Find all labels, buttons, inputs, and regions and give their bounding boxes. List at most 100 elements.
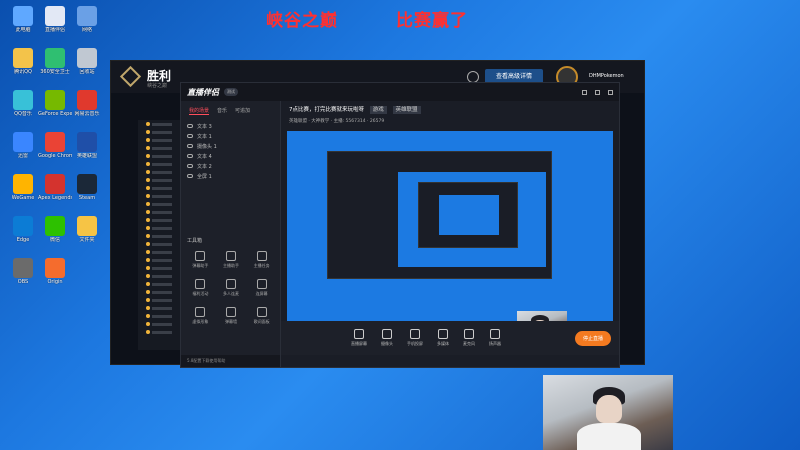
desktop-icon[interactable]: 360安全卫士: [38, 48, 72, 75]
desktop-icon-label: Google Chrome: [38, 153, 72, 159]
desktop-icon-label: 网易云音乐: [74, 111, 100, 117]
desktop-icon[interactable]: Origin: [38, 258, 72, 285]
desktop-icon[interactable]: 英雄联盟: [70, 132, 104, 159]
eye-icon[interactable]: [187, 124, 193, 128]
tab-music[interactable]: 音乐: [217, 107, 227, 115]
tab-scenes[interactable]: 我的场景: [189, 107, 210, 115]
desktop-icon[interactable]: 网络: [70, 6, 104, 33]
friend-row[interactable]: [138, 216, 186, 224]
friend-row[interactable]: [138, 248, 186, 256]
minimize-icon[interactable]: [582, 89, 587, 95]
control-button[interactable]: 直播屏幕: [351, 329, 367, 347]
friend-row[interactable]: [138, 272, 186, 280]
stream-title[interactable]: 7点比赛，打完比赛就来玩啦呀: [289, 107, 364, 113]
source-item[interactable]: 文本 3: [181, 121, 280, 131]
friend-row[interactable]: [138, 296, 186, 304]
desktop-icon[interactable]: 微信: [38, 216, 72, 243]
tool-button[interactable]: 弹幕墙: [216, 307, 247, 325]
desktop-icon[interactable]: Google Chrome: [38, 132, 72, 159]
desktop-icon-label: 微信: [49, 237, 60, 243]
desktop-icon-label: 回收站: [79, 69, 95, 75]
friend-row[interactable]: [138, 264, 186, 272]
tool-button[interactable]: 连屏幕: [246, 279, 277, 297]
friend-row[interactable]: [138, 224, 186, 232]
friend-row[interactable]: [138, 280, 186, 288]
desktop-icon[interactable]: QQ音乐: [6, 90, 40, 117]
tab-add[interactable]: 可追加: [235, 107, 250, 115]
eye-icon[interactable]: [187, 144, 193, 148]
friend-row[interactable]: [138, 200, 186, 208]
desktop-icon[interactable]: 此电脑: [6, 6, 40, 33]
close-icon[interactable]: [608, 89, 613, 95]
desktop-icon[interactable]: 文件夹: [70, 216, 104, 243]
friend-row[interactable]: [138, 320, 186, 328]
friend-row[interactable]: [138, 208, 186, 216]
friend-row[interactable]: [138, 240, 186, 248]
control-button[interactable]: 手机投屏: [407, 329, 423, 347]
friend-row[interactable]: [138, 160, 186, 168]
tool-button[interactable]: 歌词面板: [246, 307, 277, 325]
control-button[interactable]: 麦克风: [463, 329, 475, 347]
source-item[interactable]: 文本 2: [181, 161, 280, 171]
control-icon: [438, 329, 448, 339]
desktop-icon-label: WeGame: [11, 195, 35, 201]
desktop-icon[interactable]: 迅雷: [6, 132, 40, 159]
friend-row[interactable]: [138, 192, 186, 200]
tool-button[interactable]: 主播助手: [216, 251, 247, 269]
friend-row[interactable]: [138, 328, 186, 336]
friend-row[interactable]: [138, 256, 186, 264]
control-buttons: 直播屏幕 摄像头 手机投屏 多媒体 麦克风 扬声器: [351, 329, 501, 347]
desktop-icon[interactable]: Apex Legends: [38, 174, 72, 201]
tool-button[interactable]: 福利活动: [185, 279, 216, 297]
friend-row[interactable]: [138, 312, 186, 320]
desktop-icon[interactable]: Steam: [70, 174, 104, 201]
friend-row[interactable]: [138, 304, 186, 312]
desktop-icon[interactable]: 回收站: [70, 48, 104, 75]
nested-preview-4: [439, 195, 499, 235]
control-button[interactable]: 摄像头: [381, 329, 393, 347]
desktop-icon-label: Apex Legends: [38, 195, 72, 201]
source-item[interactable]: 文本 1: [181, 131, 280, 141]
tool-button[interactable]: 主播任务: [246, 251, 277, 269]
source-item[interactable]: 摄像头 1: [181, 141, 280, 151]
friend-row[interactable]: [138, 144, 186, 152]
friend-row[interactable]: [138, 120, 186, 128]
friend-row[interactable]: [138, 128, 186, 136]
desktop-icon[interactable]: 腾讯QQ: [6, 48, 40, 75]
tool-button[interactable]: 弹幕助手: [185, 251, 216, 269]
stream-category[interactable]: 英雄联盟: [392, 106, 421, 114]
app-icon: [45, 6, 65, 26]
status-dot: [146, 290, 150, 294]
eye-icon[interactable]: [187, 134, 193, 138]
desktop-icon[interactable]: Edge: [6, 216, 40, 243]
source-item[interactable]: 全屏 1: [181, 171, 280, 181]
eye-icon[interactable]: [187, 154, 193, 158]
desktop-icon[interactable]: GeForce Experience: [38, 90, 72, 117]
stream-tag[interactable]: 游戏: [369, 106, 387, 114]
friend-row[interactable]: [138, 136, 186, 144]
friend-name-placeholder: [152, 138, 172, 142]
friend-row[interactable]: [138, 152, 186, 160]
status-dot: [146, 314, 150, 318]
control-button[interactable]: 多媒体: [437, 329, 449, 347]
desktop-icon[interactable]: OBS: [6, 258, 40, 285]
eye-icon[interactable]: [187, 174, 193, 178]
tool-button[interactable]: 多人连麦: [216, 279, 247, 297]
tool-grid: 弹幕助手 主播助手 主播任务福利活动 多人连麦 连屏幕虚拟形象 弹幕墙 歌词面板: [185, 251, 277, 325]
source-item[interactable]: 文本 4: [181, 151, 280, 161]
desktop-icon[interactable]: WeGame: [6, 174, 40, 201]
desktop-icon[interactable]: 网易云音乐: [70, 90, 104, 117]
friend-row[interactable]: [138, 184, 186, 192]
tool-button[interactable]: 虚拟形象: [185, 307, 216, 325]
eye-icon[interactable]: [187, 164, 193, 168]
friend-row[interactable]: [138, 288, 186, 296]
tool-label: 虚拟形象: [192, 319, 209, 324]
friend-row[interactable]: [138, 168, 186, 176]
maximize-icon[interactable]: [595, 89, 600, 95]
friend-row[interactable]: [138, 232, 186, 240]
control-button[interactable]: 扬声器: [489, 329, 501, 347]
friend-row[interactable]: [138, 176, 186, 184]
desktop-icon[interactable]: 直播伴侣: [38, 6, 72, 33]
go-live-button[interactable]: 停止直播: [574, 330, 611, 346]
control-bar: 直播屏幕 摄像头 手机投屏 多媒体 麦克风 扬声器 停止直播: [281, 321, 619, 355]
